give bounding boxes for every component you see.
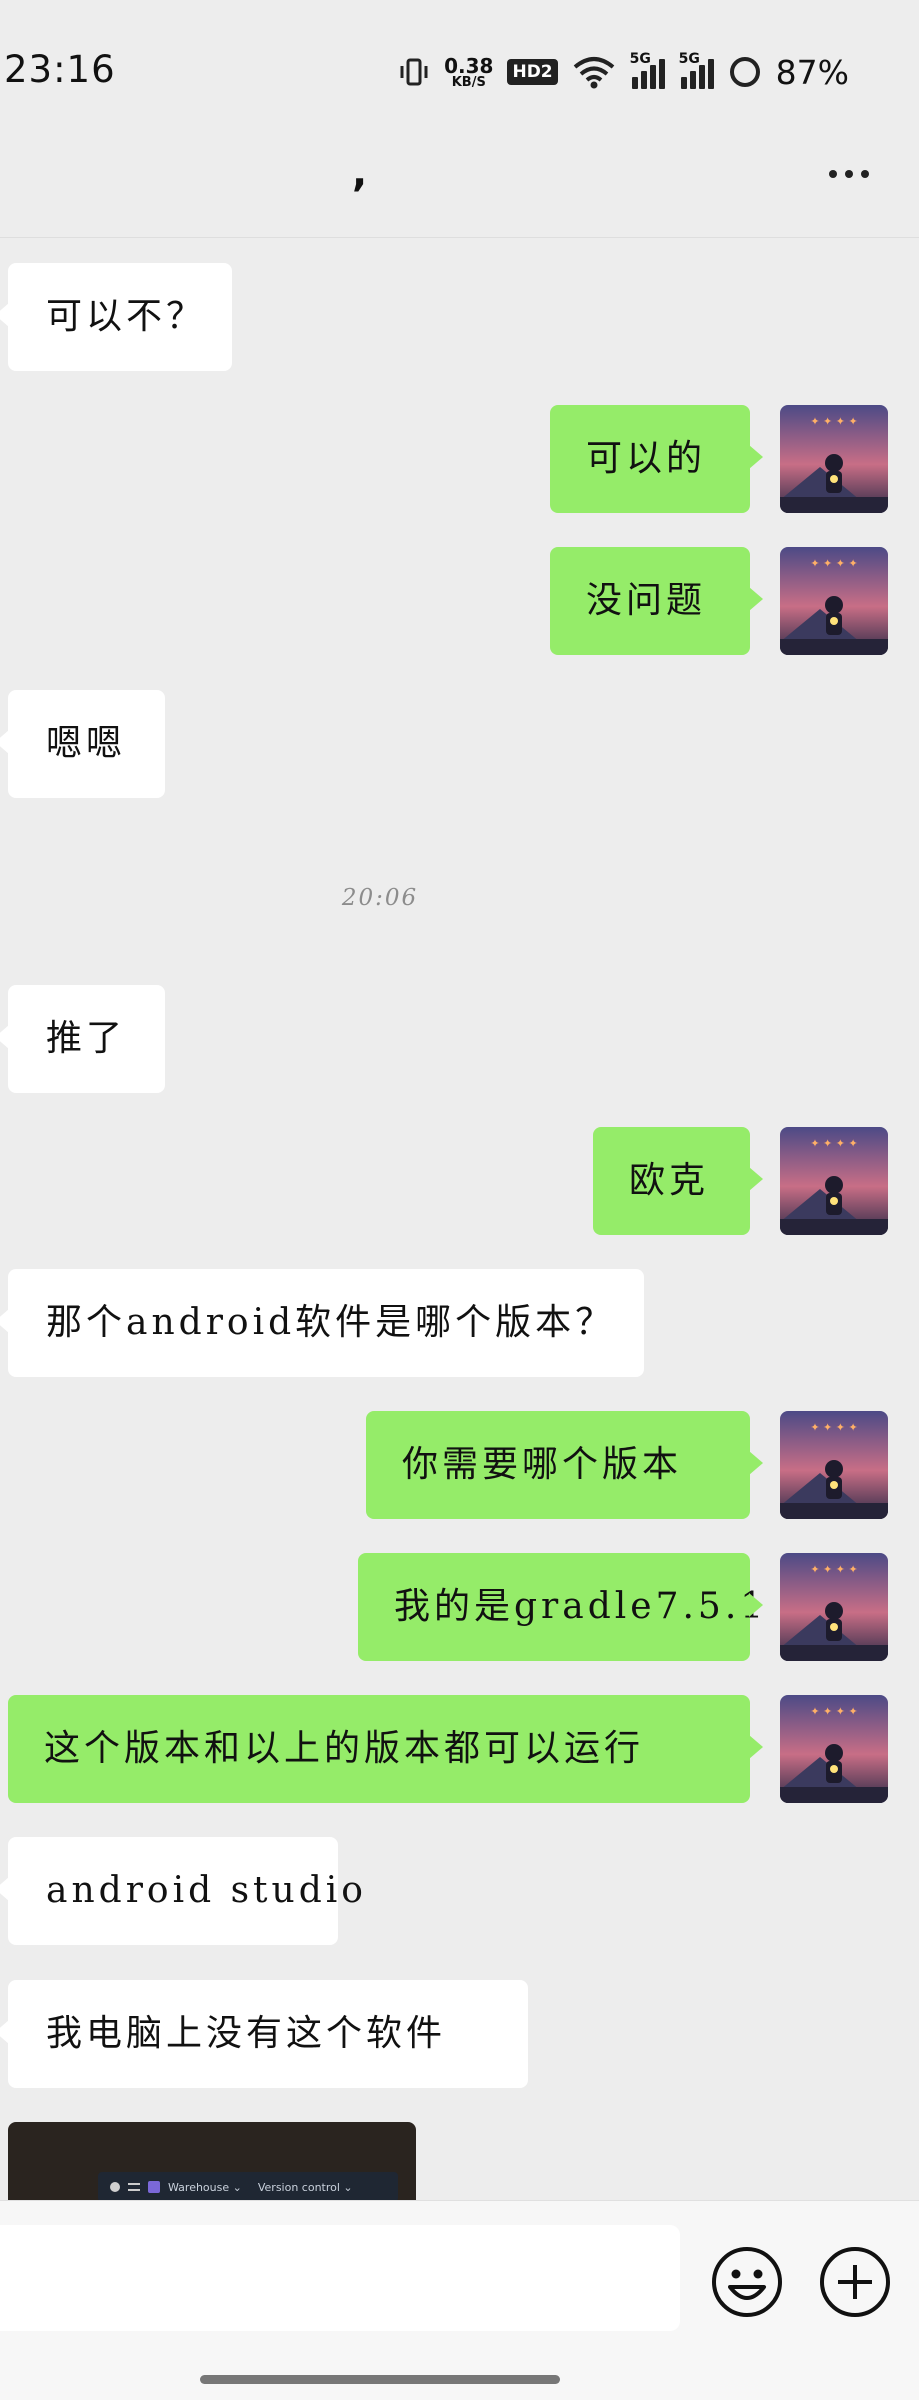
svg-text:✦ ✦ ✦ ✦: ✦ ✦ ✦ ✦	[810, 415, 857, 428]
svg-text:✦ ✦ ✦ ✦: ✦ ✦ ✦ ✦	[810, 1563, 857, 1576]
message-outgoing[interactable]: 这个版本和以上的版本都可以运行	[8, 1695, 763, 1803]
self-avatar[interactable]: ✦ ✦ ✦ ✦	[780, 405, 888, 513]
message-outgoing[interactable]: 欧克	[593, 1127, 763, 1235]
image-message[interactable]: Warehouse ⌄ Version control ⌄	[8, 2122, 416, 2202]
more-dots-icon	[829, 170, 837, 178]
message-outgoing[interactable]: 我的是gradle7.5.1	[358, 1553, 763, 1661]
battery-ring-icon	[728, 55, 762, 89]
message-outgoing[interactable]: 没问题	[550, 547, 763, 655]
battery-percent: 87%	[775, 52, 849, 92]
workspace-icon	[148, 2181, 160, 2193]
message-incoming[interactable]: 我电脑上没有这个软件	[0, 1980, 528, 2088]
home-indicator[interactable]	[200, 2375, 560, 2384]
message-incoming[interactable]: 推了	[0, 985, 165, 1093]
signal-sim2-icon: 5G	[679, 51, 714, 89]
emoji-icon	[712, 2247, 782, 2317]
app-logo-icon	[110, 2182, 120, 2192]
message-input[interactable]	[0, 2225, 680, 2331]
image-thumbnail-toolbar: Warehouse ⌄ Version control ⌄	[98, 2172, 398, 2202]
signal-sim1-icon: 5G	[630, 51, 665, 89]
message-incoming[interactable]: 嗯嗯	[0, 690, 165, 798]
wifi-icon	[572, 55, 616, 89]
self-avatar[interactable]: ✦ ✦ ✦ ✦	[780, 547, 888, 655]
self-avatar[interactable]: ✦ ✦ ✦ ✦	[780, 1695, 888, 1803]
hd-voice-badge: HD2	[507, 59, 558, 85]
svg-text:✦ ✦ ✦ ✦: ✦ ✦ ✦ ✦	[810, 1705, 857, 1718]
vibrate-icon	[398, 57, 430, 87]
message-incoming[interactable]: 可以不？	[0, 263, 232, 371]
status-icons: 0.38 KB/S HD2 5G 5G 87%	[398, 50, 849, 94]
message-outgoing[interactable]: 可以的	[550, 405, 763, 513]
workspace-label: Warehouse ⌄	[168, 2180, 242, 2194]
status-time: 23:16	[4, 48, 116, 91]
message-outgoing[interactable]: 你需要哪个版本	[366, 1411, 763, 1519]
network-speed: 0.38 KB/S	[444, 53, 494, 90]
svg-text:✦ ✦ ✦ ✦: ✦ ✦ ✦ ✦	[810, 1421, 857, 1434]
message-incoming[interactable]: 那个android软件是哪个版本？	[0, 1269, 644, 1377]
message-incoming[interactable]: android studio	[0, 1837, 363, 1945]
plus-button[interactable]	[818, 2245, 892, 2319]
more-button[interactable]	[829, 170, 869, 178]
self-avatar[interactable]: ✦ ✦ ✦ ✦	[780, 1553, 888, 1661]
svg-text:✦ ✦ ✦ ✦: ✦ ✦ ✦ ✦	[810, 557, 857, 570]
plus-icon	[820, 2247, 890, 2317]
input-bar	[0, 2200, 919, 2400]
chat-title: ,	[352, 150, 368, 196]
version-control-label: Version control ⌄	[257, 2180, 353, 2194]
status-bar: 23:16 0.38 KB/S HD2 5G 5G 87%	[0, 0, 919, 130]
self-avatar[interactable]: ✦ ✦ ✦ ✦	[780, 1411, 888, 1519]
avatar-image: ✦ ✦ ✦ ✦	[780, 405, 888, 513]
svg-text:✦ ✦ ✦ ✦: ✦ ✦ ✦ ✦	[810, 1137, 857, 1150]
message-timestamp: 20:06	[341, 885, 419, 911]
emoji-button[interactable]	[710, 2245, 784, 2319]
chat-header: ,	[0, 130, 919, 238]
menu-icon	[128, 2183, 140, 2191]
self-avatar[interactable]: ✦ ✦ ✦ ✦	[780, 1127, 888, 1235]
